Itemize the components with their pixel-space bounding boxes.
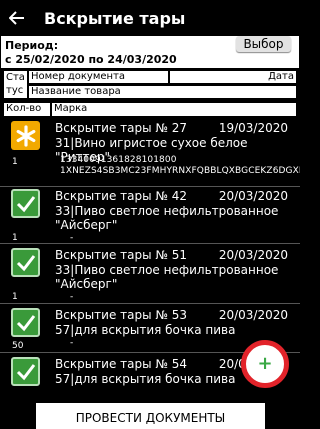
goods-name: 33|Пиво светлое нефильтрованное "Айсберг… [55,263,279,291]
period-panel: Период: с 25/02/2020 по 24/03/2020 Выбор [1,36,299,68]
quantity: 1 [12,233,18,243]
header-status-line2: тус [6,85,24,96]
check-icon [11,308,40,337]
quantity: 50 [12,341,24,351]
post-documents-button[interactable]: ПРОВЕСТИ ДОКУМЕНТЫ [36,403,265,429]
add-document-button[interactable]: + [241,340,289,388]
document-number: Вскрытие тары № 42 [55,189,187,203]
header-status: Ста тус [4,71,27,98]
brand: - [70,292,74,302]
row-divider [0,243,300,244]
quantity: 1 [12,157,18,167]
header-qty-label: Кол-во [6,103,42,114]
list-item[interactable]: Вскрытие тары № 27 19/03/2020 31|Вино иг… [0,119,300,193]
header-goods-name-label: Название товара [31,86,121,97]
goods-name: 33|Пиво светлое нефильтрованное "Айсберг… [55,204,279,232]
document-date: 20/03/2020 [218,308,288,322]
excise-code: 13340091361828101800 1XNEZS4SB3MC23FMHYR… [60,155,300,176]
header-qty: Кол-во [4,103,50,116]
brand: - [70,338,74,348]
row-divider [0,303,300,304]
header-status-line1: Ста [6,72,25,83]
goods-name: 57|для вскрытия бочка пива [55,323,236,337]
select-period-button[interactable]: Выбор [236,36,291,52]
quantity: 1 [12,292,18,302]
app-bar: Вскрытие тары [0,0,300,36]
plus-icon: + [257,353,273,374]
document-number: Вскрытие тары № 53 [55,308,187,322]
document-date: 20/03/2020 [218,189,288,203]
brand: - [70,233,74,243]
header-date: Дата [170,71,296,83]
page-title: Вскрытие тары [44,8,186,28]
document-date: 19/03/2020 [218,121,288,135]
header-doc-number: Номер документа [29,71,168,83]
check-icon [11,357,40,386]
check-icon [11,248,40,277]
header-brand: Марка [52,103,296,116]
header-doc-number-label: Номер документа [31,71,126,82]
period-value[interactable]: с 25/02/2020 по 24/03/2020 [5,53,177,66]
star-icon [11,121,40,150]
document-date: 20/03/2020 [218,248,288,262]
document-number: Вскрытие тары № 27 [55,121,187,135]
check-icon [11,189,40,218]
document-number: Вскрытие тары № 54 [55,357,187,371]
document-number: Вскрытие тары № 51 [55,248,187,262]
arrow-left-icon[interactable] [0,3,34,33]
header-goods-name: Название товара [29,86,296,98]
header-brand-label: Марка [54,103,88,114]
period-label: Период: [5,39,59,52]
header-date-label: Дата [268,71,294,82]
